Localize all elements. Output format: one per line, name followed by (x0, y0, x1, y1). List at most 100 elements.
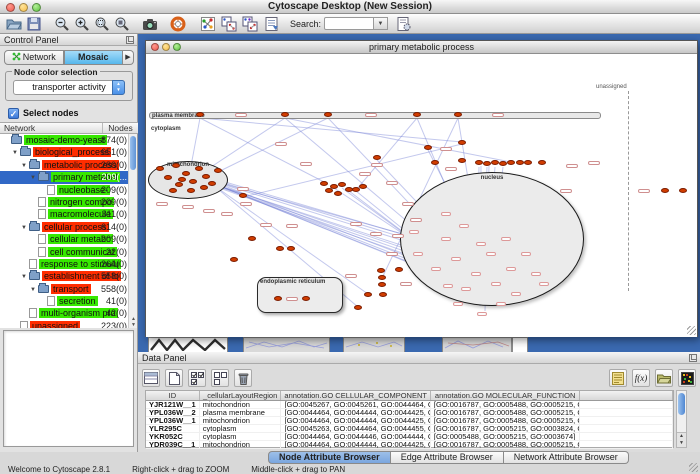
network-node[interactable] (661, 188, 669, 193)
table-column-header[interactable]: ID (146, 391, 200, 400)
network-node[interactable] (507, 160, 515, 165)
network-node[interactable] (491, 160, 499, 165)
network-node[interactable] (424, 145, 432, 150)
attribute-matrix-icon[interactable] (678, 369, 696, 387)
node-color-combobox[interactable]: transporter activity ▲▼ (13, 80, 125, 95)
tree-row-multi-organism-pro[interactable]: multi-organism pro42(0) (0, 307, 129, 319)
attribute-formula-icon[interactable]: f(x) (632, 369, 650, 387)
network-node[interactable] (483, 161, 491, 166)
table-row[interactable]: YJR121W__1mitochondrion[GO:0045267, GO:0… (146, 401, 673, 409)
tree-scrollbar-thumb[interactable] (130, 136, 136, 170)
network-node[interactable] (164, 175, 172, 180)
more-tabs-arrow-icon[interactable]: ▶ (123, 50, 134, 65)
close-view-icon[interactable] (151, 43, 159, 51)
snapshot-camera-icon[interactable] (142, 16, 158, 32)
network-node[interactable] (214, 168, 222, 173)
table-scrollbar-arrows-icon[interactable]: ▲▼ (677, 432, 686, 447)
open-session-icon[interactable] (6, 16, 22, 32)
filter-icon[interactable] (264, 16, 280, 32)
network-node[interactable] (172, 163, 180, 168)
network-node[interactable] (195, 166, 203, 171)
network-node[interactable] (287, 246, 295, 251)
network-node[interactable] (354, 305, 362, 310)
network-node[interactable] (679, 188, 687, 193)
maximize-window-icon[interactable] (32, 3, 41, 12)
network-node[interactable] (325, 188, 333, 193)
network-node[interactable] (454, 112, 462, 117)
tree-row-cell-communicat[interactable]: cell communicat22(0) (0, 246, 129, 258)
network-node[interactable] (200, 185, 208, 190)
network-node[interactable] (338, 182, 346, 187)
network-node[interactable] (187, 188, 195, 193)
table-column-header[interactable]: _cellularLayoutRegion (200, 391, 282, 400)
network-node[interactable] (302, 296, 310, 301)
new-network-all-edges-icon[interactable] (242, 16, 258, 32)
combobox-stepper-icon[interactable]: ▲▼ (112, 80, 125, 95)
table-scrollbar[interactable]: ▲▼ (676, 390, 687, 448)
network-node[interactable] (189, 179, 197, 184)
network-node[interactable] (182, 171, 190, 176)
attribute-notes-icon[interactable] (609, 369, 627, 387)
minimize-window-icon[interactable] (19, 3, 28, 12)
network-node[interactable] (364, 292, 372, 297)
tree-row-response-to-stimulu[interactable]: response to stimulu264(0) (0, 258, 129, 270)
tree-row-primary-metabol[interactable]: ▼primary metabol209(... (0, 171, 129, 183)
close-window-icon[interactable] (6, 3, 15, 12)
network-node[interactable] (413, 112, 421, 117)
zoom-fit-icon[interactable] (114, 16, 130, 32)
network-node[interactable] (178, 177, 186, 182)
network-node[interactable] (458, 158, 466, 163)
tree-row-nitrogen-compo[interactable]: nitrogen compo209(0) (0, 196, 129, 208)
tree-row-metabolic-process[interactable]: ▼metabolic process280(0) (0, 159, 129, 171)
vizmapper-icon[interactable] (200, 16, 216, 32)
background-window-fragment[interactable] (442, 337, 512, 352)
network-node[interactable] (431, 160, 439, 165)
network-node[interactable] (334, 191, 342, 196)
float-panel-icon[interactable] (126, 36, 134, 44)
network-node[interactable] (379, 292, 387, 297)
birds-eye-view[interactable] (3, 330, 134, 447)
tab-node-attribute-browser[interactable]: Node Attribute Browser (268, 451, 391, 464)
tree-row-cellular-metabo[interactable]: cellular metabo209(0) (0, 233, 129, 245)
background-window-fragment[interactable] (343, 337, 405, 352)
table-row[interactable]: YPL036W__1mitochondrion[GO:0044464, GO:0… (146, 417, 673, 425)
network-node[interactable] (373, 155, 381, 160)
tree-scrollbar-arrows-icon[interactable]: ▲▼ (129, 316, 138, 328)
network-node[interactable] (196, 112, 204, 117)
background-window-fragment[interactable] (512, 337, 528, 352)
network-node[interactable] (248, 236, 256, 241)
tree-row-biological-process[interactable]: ▼biological_process651(0) (0, 146, 129, 158)
table-row[interactable]: YPL036W__2plasma membrane[GO:0044464, GO… (146, 409, 673, 417)
unselect-all-attributes-icon[interactable] (211, 369, 229, 387)
background-window-fragment[interactable] (148, 337, 228, 352)
delete-attribute-icon[interactable] (234, 369, 252, 387)
network-node[interactable] (175, 182, 183, 187)
network-node[interactable] (202, 174, 210, 179)
configure-search-icon[interactable] (396, 16, 412, 32)
network-node[interactable] (320, 181, 328, 186)
network-node[interactable] (359, 184, 367, 189)
network-node[interactable] (524, 160, 532, 165)
network-node[interactable] (230, 257, 238, 262)
network-node[interactable] (538, 160, 546, 165)
table-scrollbar-thumb[interactable] (678, 393, 685, 415)
network-canvas[interactable]: plasma membrane cytoplasm mitochondrion … (146, 54, 697, 337)
network-node[interactable] (395, 267, 403, 272)
network-node[interactable] (377, 268, 385, 273)
help-lifering-icon[interactable] (170, 16, 186, 32)
network-node[interactable] (169, 188, 177, 193)
maximize-view-icon[interactable] (173, 43, 181, 51)
table-column-header[interactable] (580, 391, 673, 400)
zoom-in-icon[interactable] (74, 16, 90, 32)
select-all-attributes-icon[interactable] (188, 369, 206, 387)
network-node[interactable] (378, 282, 386, 287)
zoom-selected-icon[interactable] (94, 16, 110, 32)
new-attribute-icon[interactable] (165, 369, 183, 387)
tree-row-secretion[interactable]: secretion41(0) (0, 295, 129, 307)
import-attributes-icon[interactable] (655, 369, 673, 387)
select-nodes-checkbox[interactable]: ✓ (8, 108, 19, 119)
network-node[interactable] (324, 112, 332, 117)
table-row[interactable]: YKR052Ccytoplasm[GO:0044464, GO:0044446,… (146, 433, 673, 441)
table-column-header[interactable]: annotation.GO MOLECULAR_FUNCTION (431, 391, 580, 400)
network-node[interactable] (208, 181, 216, 186)
